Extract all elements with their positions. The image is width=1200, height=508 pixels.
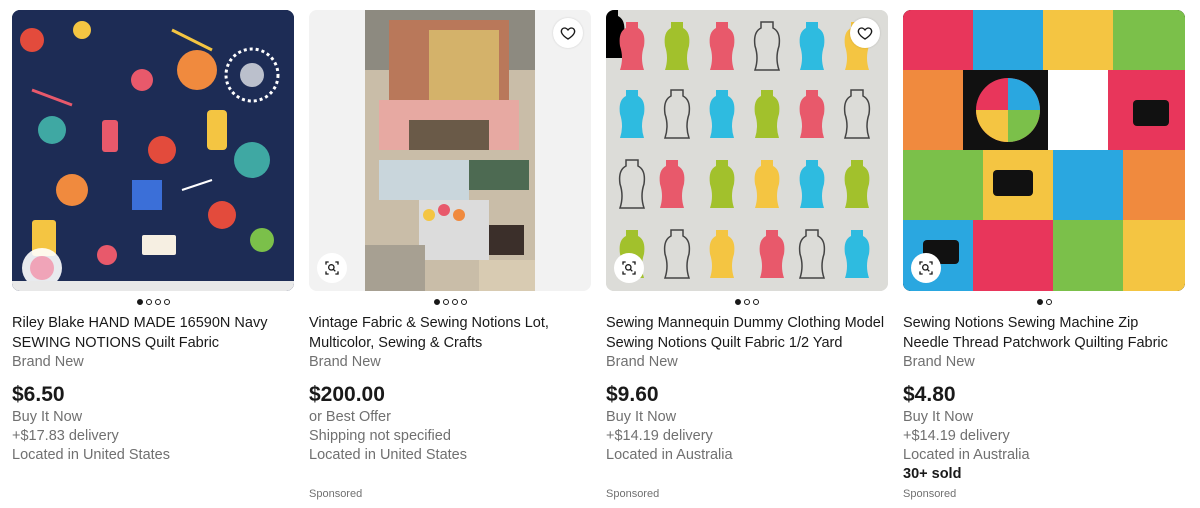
mannequin-fabric-image: [606, 10, 888, 291]
carousel-dot[interactable]: [154, 299, 161, 305]
listing-card[interactable]: Riley Blake HAND MADE 16590N Navy SEWING…: [12, 10, 294, 504]
buy-format: Buy It Now: [606, 409, 677, 425]
shipping-cost: +$14.19 delivery: [903, 428, 1010, 444]
listing-condition: Brand New: [12, 354, 84, 370]
visual-search-icon: [325, 261, 339, 275]
sold-count: 30+ sold: [903, 466, 962, 482]
shipping-cost: Shipping not specified: [309, 428, 451, 444]
listing-price: $4.80: [903, 383, 956, 406]
item-location: Located in Australia: [903, 447, 1030, 463]
listing-price: $200.00: [309, 383, 385, 406]
shipping-cost: +$14.19 delivery: [606, 428, 713, 444]
fabric-lot-photo: [309, 10, 591, 291]
item-location: Located in United States: [309, 447, 467, 463]
visual-search-icon: [622, 261, 636, 275]
carousel-dot[interactable]: [753, 299, 759, 305]
image-carousel-dots[interactable]: [606, 291, 888, 313]
buy-format: Buy It Now: [903, 409, 974, 425]
listing-title[interactable]: Sewing Mannequin Dummy Clothing Model Se…: [606, 313, 888, 353]
listing-card[interactable]: Sewing Notions Sewing Machine Zip Needle…: [903, 10, 1185, 504]
sponsored-label: Sponsored: [309, 488, 363, 500]
heart-icon: [560, 27, 576, 40]
carousel-dot[interactable]: [735, 299, 741, 305]
listing-image[interactable]: [606, 10, 888, 291]
listing-image[interactable]: [309, 10, 591, 291]
carousel-dot[interactable]: [1045, 299, 1052, 305]
listing-image[interactable]: [12, 10, 294, 291]
listing-card[interactable]: Sewing Mannequin Dummy Clothing Model Se…: [606, 10, 888, 504]
listing-card[interactable]: Vintage Fabric & Sewing Notions Lot, Mul…: [309, 10, 591, 504]
visual-search-button[interactable]: [911, 253, 941, 283]
listing-condition: Brand New: [309, 354, 381, 370]
buy-format: or Best Offer: [309, 409, 391, 425]
carousel-dot[interactable]: [1036, 299, 1043, 305]
image-carousel-dots[interactable]: [12, 291, 294, 313]
listing-condition: Brand New: [903, 354, 975, 370]
listing-title[interactable]: Riley Blake HAND MADE 16590N Navy SEWING…: [12, 313, 294, 353]
listing-condition: Brand New: [606, 354, 678, 370]
carousel-dot[interactable]: [163, 299, 170, 305]
listing-price: $6.50: [12, 383, 65, 406]
sponsored-label: Sponsored: [903, 488, 957, 500]
carousel-dot[interactable]: [744, 299, 750, 305]
visual-search-button[interactable]: [614, 253, 644, 283]
carousel-dot[interactable]: [433, 299, 440, 305]
carousel-dot[interactable]: [145, 299, 152, 305]
carousel-dot[interactable]: [442, 299, 449, 305]
watch-button[interactable]: [553, 18, 583, 48]
fabric-pattern-image: [12, 10, 294, 291]
listing-title[interactable]: Sewing Notions Sewing Machine Zip Needle…: [903, 313, 1185, 353]
carousel-dot[interactable]: [136, 299, 143, 305]
shipping-cost: +$17.83 delivery: [12, 428, 119, 444]
item-location: Located in Australia: [606, 447, 733, 463]
patchwork-fabric-image: [903, 10, 1185, 291]
buy-format: Buy It Now: [12, 409, 83, 425]
listing-title[interactable]: Vintage Fabric & Sewing Notions Lot, Mul…: [309, 313, 591, 353]
visual-search-button[interactable]: [317, 253, 347, 283]
image-carousel-dots[interactable]: [309, 291, 591, 313]
sponsored-label: Sponsored: [606, 488, 660, 500]
listing-price: $9.60: [606, 383, 659, 406]
image-carousel-dots[interactable]: [903, 291, 1185, 313]
heart-icon: [857, 27, 873, 40]
listing-image[interactable]: [903, 10, 1185, 291]
visual-search-icon: [919, 261, 933, 275]
item-location: Located in United States: [12, 447, 170, 463]
watch-button[interactable]: [850, 18, 880, 48]
carousel-dot[interactable]: [451, 299, 458, 305]
carousel-dot[interactable]: [460, 299, 467, 305]
